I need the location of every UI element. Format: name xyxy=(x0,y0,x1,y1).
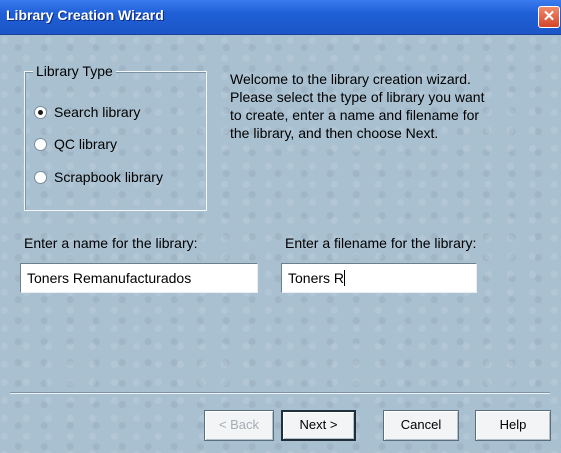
name-field-label: Enter a name for the library: xyxy=(24,235,198,251)
radio-unchecked-icon xyxy=(34,170,47,184)
radio-scrapbook-library[interactable]: Scrapbook library xyxy=(34,167,194,187)
library-type-legend: Library Type xyxy=(33,63,116,79)
radio-label-search-library: Search library xyxy=(54,104,141,120)
library-filename-input[interactable]: Toners R xyxy=(281,263,477,293)
library-type-group: Library Type Search library QC library S… xyxy=(24,63,207,211)
library-name-input[interactable]: Toners Remanufacturados xyxy=(20,263,258,293)
back-button[interactable]: < Back xyxy=(204,410,274,441)
text-caret xyxy=(344,270,346,286)
radio-label-scrapbook-library: Scrapbook library xyxy=(54,169,163,185)
library-filename-value: Toners R xyxy=(288,270,345,286)
close-button[interactable]: ✕ xyxy=(538,6,560,28)
window-title: Library Creation Wizard xyxy=(6,7,164,23)
welcome-text: Welcome to the library creation wizard. … xyxy=(230,71,485,141)
library-name-value: Toners Remanufacturados xyxy=(27,270,192,286)
radio-unchecked-icon xyxy=(34,137,47,151)
next-button[interactable]: Next > xyxy=(281,410,356,441)
footer-separator xyxy=(10,392,550,394)
cancel-button[interactable]: Cancel xyxy=(383,410,459,441)
radio-search-library[interactable]: Search library xyxy=(34,102,194,122)
title-bar[interactable]: Library Creation Wizard ✕ xyxy=(0,0,561,35)
radio-label-qc-library: QC library xyxy=(54,136,118,152)
radio-qc-library[interactable]: QC library xyxy=(34,134,194,154)
filename-field-label: Enter a filename for the library: xyxy=(285,235,477,251)
radio-checked-icon xyxy=(34,105,47,119)
close-icon: ✕ xyxy=(542,8,556,25)
wizard-body: Library Type Search library QC library S… xyxy=(0,35,561,453)
help-button[interactable]: Help xyxy=(475,410,551,441)
